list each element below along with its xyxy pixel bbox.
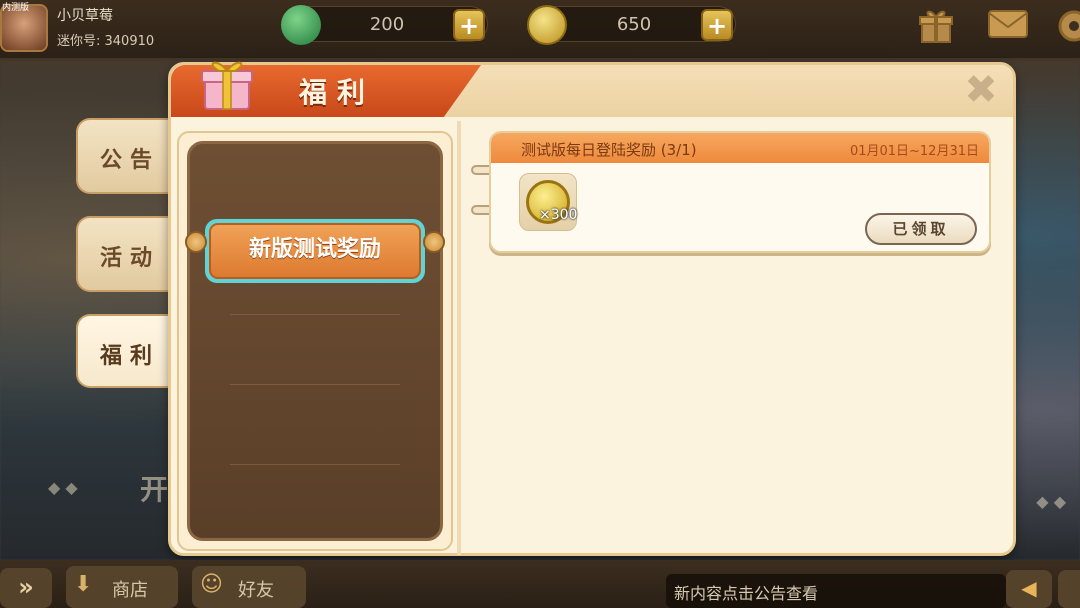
category-list: [187, 141, 443, 541]
gem-icon: [281, 5, 321, 45]
sound-icon[interactable]: ◀: [1006, 570, 1052, 608]
panel-title: 福利: [299, 76, 376, 109]
close-icon[interactable]: ✖: [961, 70, 1001, 111]
version-tag: 内测版: [2, 3, 30, 13]
list-divider: [230, 464, 400, 465]
mail-icon[interactable]: [984, 6, 1032, 50]
gift-box-icon: [197, 53, 257, 113]
list-divider: [230, 384, 400, 385]
reward-card: 测试版每日登陆奖励 (3/1) 01月01日~12月31日 ×300 已领取: [489, 131, 991, 253]
more-button[interactable]: [1058, 570, 1080, 608]
friends-label: 好友: [238, 580, 274, 601]
claimed-button[interactable]: 已领取: [865, 213, 977, 245]
background-partial-text: 开: [140, 473, 169, 506]
top-bar: 内测版 小贝草莓 迷你号: 340910 200 + 650 +: [0, 0, 1080, 58]
friends-icon: ☺: [200, 572, 223, 597]
player-name: 小贝草莓: [57, 8, 113, 24]
add-gems-button[interactable]: +: [453, 9, 485, 41]
gem-amount: 200: [369, 14, 405, 35]
bottom-bar: » ⬇ 商店 ☺ 好友 新内容点击公告查看 ◀: [0, 560, 1080, 608]
shop-icon: ⬇: [74, 572, 93, 597]
shop-label: 商店: [112, 580, 148, 601]
gift-icon[interactable]: [912, 6, 960, 50]
add-coins-button[interactable]: +: [701, 9, 733, 41]
panel-divider: [457, 121, 461, 555]
reward-quantity: ×300: [539, 207, 578, 223]
coin-icon: [527, 5, 567, 45]
rail-knob-left: [185, 231, 207, 253]
reward-card-header: 测试版每日登陆奖励 (3/1) 01月01日~12月31日: [491, 133, 989, 163]
reward-title: 测试版每日登陆奖励 (3/1): [521, 141, 697, 159]
list-divider: [230, 314, 400, 315]
friends-button[interactable]: ☺ 好友: [192, 566, 306, 608]
coin-amount: 650: [616, 14, 652, 35]
category-list-frame: 新版测试奖励: [177, 131, 453, 551]
shop-button[interactable]: ⬇ 商店: [66, 566, 178, 608]
gear-icon[interactable]: [1052, 6, 1080, 50]
list-item-new-test-reward[interactable]: 新版测试奖励: [205, 219, 425, 283]
player-id: 迷你号: 340910: [57, 34, 155, 49]
notice-bar[interactable]: 新内容点击公告查看: [666, 574, 1006, 608]
list-item-label: 新版测试奖励: [209, 223, 421, 279]
expand-arrow-button[interactable]: »: [0, 568, 52, 608]
background-decoration: ◆ ◆: [48, 478, 78, 497]
background-decoration-right: ◆ ◆: [1036, 492, 1066, 511]
reward-date-range: 01月01日~12月31日: [849, 144, 979, 159]
gem-counter: 200 +: [281, 5, 488, 45]
rail-knob-right: [423, 231, 445, 253]
welfare-panel: 福利 ✖ 新版测试奖励 测试版每日登陆奖励 (3/1) 01月01日~12月31…: [168, 61, 1016, 556]
coin-counter: 650 +: [527, 5, 736, 45]
